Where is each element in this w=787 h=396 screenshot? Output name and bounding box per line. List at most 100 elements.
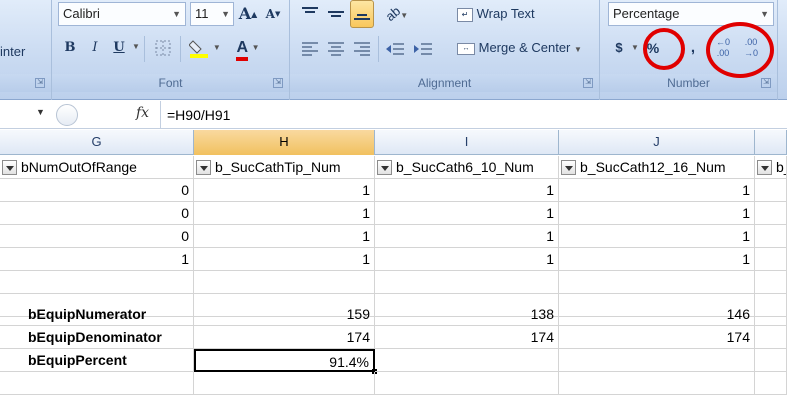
- cell[interactable]: 1: [559, 202, 755, 225]
- cell[interactable]: [375, 372, 559, 395]
- font-launcher-icon[interactable]: ⇲: [273, 78, 283, 88]
- alignment-launcher-icon[interactable]: ⇲: [583, 78, 593, 88]
- cell[interactable]: [755, 179, 787, 202]
- cell[interactable]: 1: [194, 202, 375, 225]
- font-color-button[interactable]: A ▼: [228, 34, 268, 62]
- cell[interactable]: bEquipPercent: [0, 349, 194, 372]
- font-name-box[interactable]: Calibri ▼: [58, 2, 186, 26]
- cell[interactable]: [194, 271, 375, 294]
- shrink-font-button[interactable]: A▼: [262, 0, 284, 28]
- cell[interactable]: [0, 372, 194, 395]
- cell[interactable]: 1: [559, 179, 755, 202]
- cell[interactable]: 1: [194, 248, 375, 271]
- align-top-button[interactable]: [298, 0, 322, 28]
- cell[interactable]: 1: [559, 248, 755, 271]
- shrink-font-icon: A: [265, 7, 275, 21]
- align-left-button[interactable]: [298, 34, 322, 62]
- clipboard-launcher-icon[interactable]: ⇲: [35, 78, 45, 88]
- table-header-cell[interactable]: b_SucCath12_16_Num: [559, 156, 755, 179]
- chevron-down-icon[interactable]: ▼: [132, 42, 140, 51]
- cell[interactable]: 1: [0, 248, 194, 271]
- cell[interactable]: 1: [375, 225, 559, 248]
- borders-button[interactable]: [148, 34, 178, 62]
- cell[interactable]: 1: [194, 179, 375, 202]
- column-header-j[interactable]: J: [559, 130, 755, 155]
- formula-bar-cancel-icon[interactable]: [56, 104, 78, 126]
- fill-color-button[interactable]: ▼: [184, 34, 226, 62]
- align-middle-button[interactable]: [324, 0, 348, 28]
- italic-button[interactable]: I: [84, 34, 106, 62]
- table-header-cell[interactable]: b_C: [755, 156, 787, 179]
- cell[interactable]: bEquipNumerator: [0, 303, 194, 326]
- header-label: bNumOutOfRange: [21, 159, 137, 175]
- filter-dropdown-icon[interactable]: [377, 159, 392, 175]
- orientation-button[interactable]: ab▼: [380, 0, 414, 28]
- cell[interactable]: [755, 326, 787, 349]
- align-bottom-button[interactable]: [350, 0, 374, 28]
- cell[interactable]: bEquipDenominator: [0, 326, 194, 349]
- cell[interactable]: [559, 372, 755, 395]
- cell[interactable]: [0, 271, 194, 294]
- font-size-box[interactable]: 11 ▼: [190, 2, 234, 26]
- name-box-dropdown-icon[interactable]: ▼: [36, 107, 45, 117]
- column-header-i[interactable]: I: [375, 130, 559, 155]
- cell[interactable]: [755, 248, 787, 271]
- function-icon[interactable]: fx: [136, 105, 149, 121]
- increase-indent-button[interactable]: [410, 34, 436, 62]
- currency-button[interactable]: $: [608, 34, 630, 62]
- filter-dropdown-icon[interactable]: [196, 159, 211, 175]
- cell[interactable]: 1: [559, 225, 755, 248]
- cell[interactable]: 0: [0, 225, 194, 248]
- cell[interactable]: [375, 349, 559, 372]
- grow-font-button[interactable]: A▲: [236, 0, 260, 28]
- cell[interactable]: 174: [375, 326, 559, 349]
- filter-dropdown-icon[interactable]: [757, 159, 772, 175]
- cell[interactable]: 1: [375, 202, 559, 225]
- cell[interactable]: [559, 271, 755, 294]
- table-header-cell[interactable]: bNumOutOfRange: [0, 156, 194, 179]
- header-label: b_SucCath12_16_Num: [580, 159, 726, 175]
- cell[interactable]: 0: [0, 202, 194, 225]
- cell[interactable]: [755, 225, 787, 248]
- cell[interactable]: [755, 202, 787, 225]
- cell[interactable]: 159: [194, 303, 375, 326]
- wrap-text-button[interactable]: ↵ Wrap Text: [452, 0, 542, 28]
- cell[interactable]: [194, 372, 375, 395]
- table-header-cell[interactable]: b_SucCath6_10_Num: [375, 156, 559, 179]
- active-cell[interactable]: 91.4%: [194, 349, 377, 374]
- cell[interactable]: [755, 372, 787, 395]
- cell[interactable]: 1: [194, 225, 375, 248]
- comma-style-button[interactable]: ,: [686, 34, 700, 62]
- column-header-h[interactable]: H: [194, 130, 375, 155]
- cell[interactable]: 1: [375, 179, 559, 202]
- cell[interactable]: [375, 271, 559, 294]
- underline-button[interactable]: U: [108, 34, 130, 62]
- cell[interactable]: [755, 271, 787, 294]
- cell[interactable]: 174: [559, 326, 755, 349]
- formula-input[interactable]: =H90/H91: [160, 101, 787, 129]
- decrease-indent-button[interactable]: [382, 34, 408, 62]
- format-painter-label[interactable]: inter: [0, 44, 25, 59]
- cell[interactable]: 1: [375, 248, 559, 271]
- alignment-group: ab▼ ↵ Wrap Text ↔ Merge & Center ▼ Align…: [290, 0, 600, 100]
- column-header-k[interactable]: [755, 130, 787, 155]
- merge-center-button[interactable]: ↔ Merge & Center ▼: [452, 34, 592, 62]
- chevron-down-icon[interactable]: ▼: [631, 43, 639, 52]
- cell[interactable]: 174: [194, 326, 375, 349]
- filter-dropdown-icon[interactable]: [2, 159, 17, 175]
- align-center-button[interactable]: [324, 34, 348, 62]
- cell[interactable]: [755, 349, 787, 372]
- cell[interactable]: [755, 303, 787, 326]
- table-header-cell[interactable]: b_SucCathTip_Num: [194, 156, 375, 179]
- cell[interactable]: 0: [0, 179, 194, 202]
- align-right-button[interactable]: [350, 34, 374, 62]
- cell[interactable]: 146: [559, 303, 755, 326]
- cell[interactable]: [559, 349, 755, 372]
- bold-button[interactable]: B: [58, 34, 82, 62]
- header-label: b_SucCath6_10_Num: [396, 159, 534, 175]
- column-header-g[interactable]: G: [0, 130, 194, 155]
- number-launcher-icon[interactable]: ⇲: [761, 78, 771, 88]
- chevron-down-icon: ▼: [172, 9, 181, 19]
- filter-dropdown-icon[interactable]: [561, 159, 576, 175]
- cell[interactable]: 138: [375, 303, 559, 326]
